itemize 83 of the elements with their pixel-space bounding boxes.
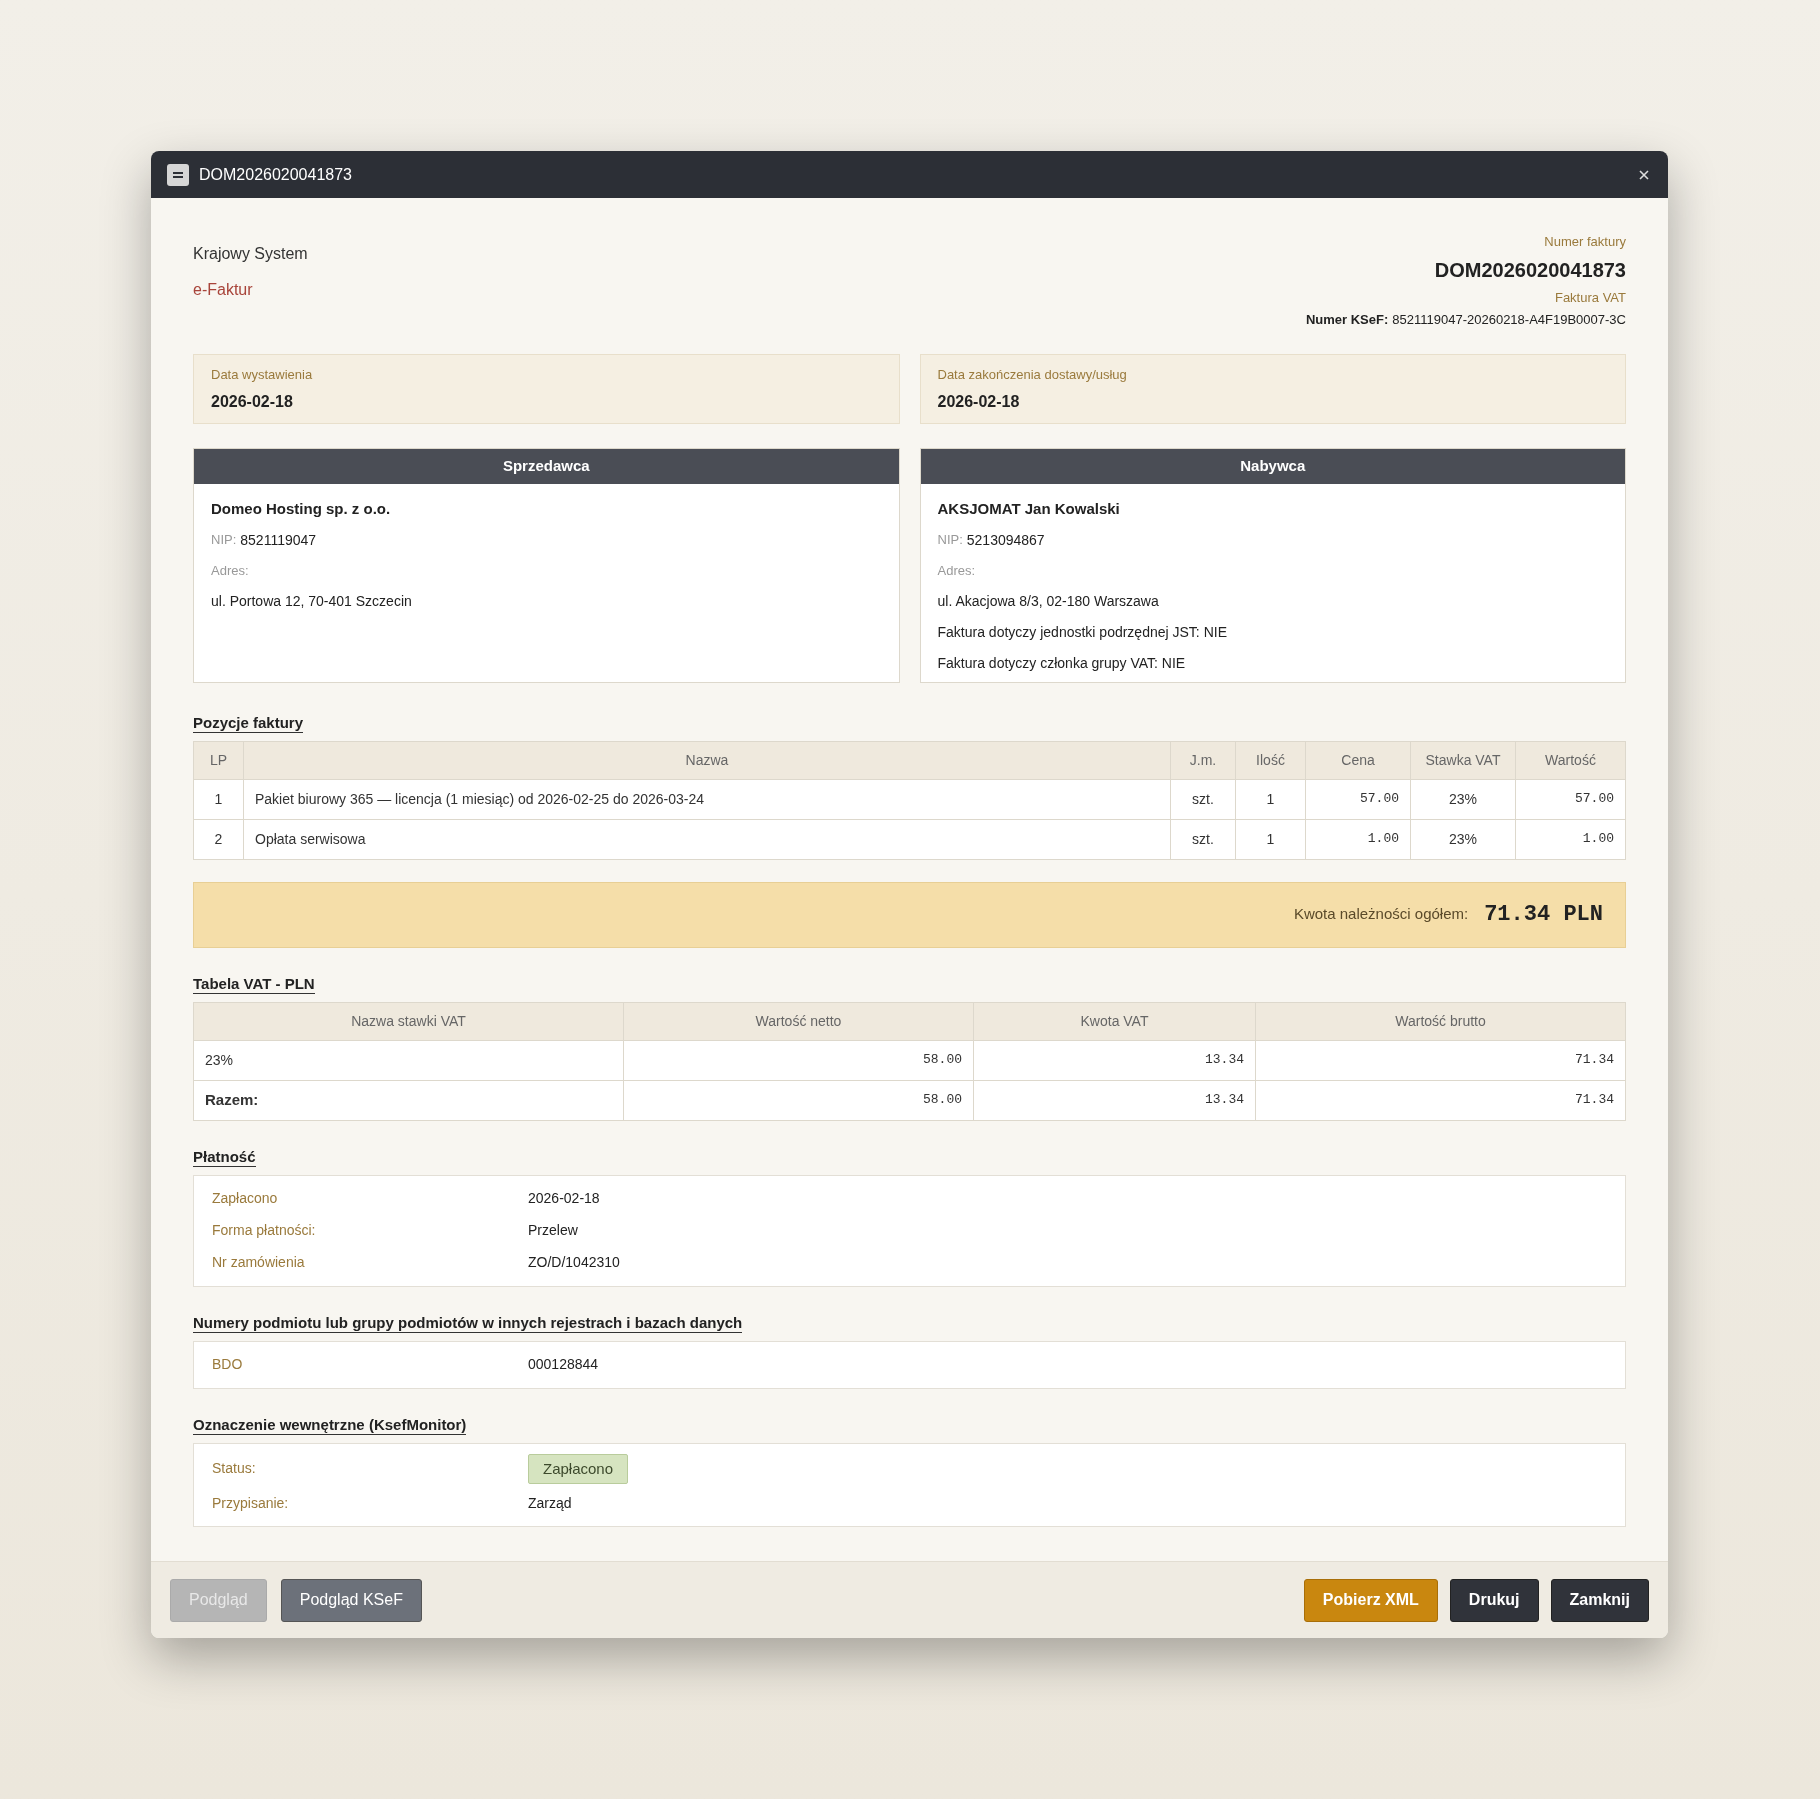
window-title: DOM2026020041873: [199, 164, 352, 185]
nip-value: 5213094867: [966, 531, 1045, 550]
field-value: Zarząd: [528, 1493, 572, 1513]
date-value: 2026-02-18: [937, 392, 1021, 412]
field-label: Zapłacono: [212, 1189, 279, 1208]
table-cell: Razem:: [193, 1080, 624, 1120]
field-label: Status:: [212, 1459, 257, 1479]
table-cell: szt.: [1170, 779, 1236, 819]
table-cell: Pakiet biurowy 365 — licencja (1 miesiąc) od 2026-02-25 do 2026-03-24: [243, 779, 1171, 819]
footer-button[interactable]: Zamknij: [1550, 1578, 1649, 1622]
column-header: Stawka VAT: [1410, 741, 1516, 779]
section-title: Pozycje faktury: [193, 713, 304, 733]
invoice-number: DOM2026020041873: [1434, 257, 1626, 283]
invoice-type: Faktura VAT: [1554, 288, 1626, 307]
footer-button[interactable]: Pobierz XML: [1303, 1578, 1438, 1622]
field-label: Data zakończenia dostawy/usług: [937, 365, 1128, 384]
ksef-number: 8521119047-20260218-A4F19B0007-3C: [1392, 311, 1626, 329]
table-cell: 23%: [1410, 819, 1516, 859]
field-label: Numer KSeF:: [1305, 311, 1389, 329]
table-cell: Opłata serwisowa: [243, 819, 1171, 859]
section-title: Płatność: [193, 1147, 256, 1167]
field-label: Nr zamówienia: [212, 1253, 306, 1272]
party-detail: ul. Akacjowa 8/3, 02-180 Warszawa: [937, 591, 1160, 611]
table-cell: 71.34: [1255, 1040, 1626, 1080]
section-title: Numery podmiotu lub grupy podmiotów w innych rejestrach i bazach danych: [193, 1313, 743, 1333]
table-cell: 23%: [1410, 779, 1516, 819]
field-label: Adres:: [937, 562, 977, 580]
field-label: Forma płatności:: [212, 1221, 317, 1240]
table-cell: 71.34: [1255, 1080, 1626, 1120]
table-cell: 57.00: [1305, 779, 1411, 819]
column-header: Nazwa: [243, 741, 1171, 779]
system-subtitle: e-Faktur: [193, 280, 254, 300]
field-value: ZO/D/1042310: [528, 1253, 620, 1272]
table-cell: 1: [1235, 779, 1306, 819]
party-detail: Faktura dotyczy jednostki podrzędnej JST: NIE: [937, 622, 1228, 642]
section-title: Oznaczenie wewnętrzne (KsefMonitor): [193, 1415, 467, 1435]
column-header: Kwota VAT: [973, 1002, 1256, 1040]
column-header: LP: [193, 741, 244, 779]
system-name: Krajowy System: [193, 244, 308, 264]
section-title: Tabela VAT - PLN: [193, 974, 315, 994]
party-detail: ul. Portowa 12, 70-401 Szczecin: [211, 591, 413, 611]
document-icon: [167, 163, 189, 186]
column-header: Wartość netto: [623, 1002, 974, 1040]
table-cell: 23%: [193, 1040, 624, 1080]
table-cell: 2: [193, 819, 244, 859]
field-label: NIP:: [211, 531, 237, 549]
total-amount: 71.34 PLN: [1484, 901, 1603, 929]
party-detail: Faktura dotyczy członka grupy VAT: NIE: [937, 653, 1187, 673]
table-cell: 13.34: [973, 1080, 1256, 1120]
date-value: 2026-02-18: [211, 392, 294, 412]
total-label: Kwota należności ogółem:: [1293, 904, 1469, 925]
field-label: Przypisanie:: [212, 1493, 290, 1513]
field-value: Przelew: [528, 1221, 578, 1240]
field-label: Adres:: [211, 562, 250, 580]
field-label: BDO: [212, 1355, 244, 1374]
table-cell: 57.00: [1515, 779, 1626, 819]
column-header: Cena: [1305, 741, 1411, 779]
table-cell: 1: [193, 779, 244, 819]
column-header: Ilość: [1235, 741, 1306, 779]
field-label: Data wystawienia: [211, 365, 314, 384]
field-value: 000128844: [528, 1355, 599, 1374]
column-header: Wartość: [1515, 741, 1626, 779]
table-cell: 13.34: [973, 1040, 1256, 1080]
table-cell: szt.: [1170, 819, 1236, 859]
nip-value: 8521119047: [240, 531, 317, 550]
column-header: Nazwa stawki VAT: [193, 1002, 624, 1040]
party-header: Sprzedawca: [194, 448, 899, 484]
party-name: AKSJOMAT Jan Kowalski: [937, 498, 1121, 519]
party-name: Domeo Hosting sp. z o.o.: [211, 498, 392, 519]
party-header: Nabywca: [920, 448, 1625, 484]
table-cell: 1: [1235, 819, 1306, 859]
footer-button[interactable]: Drukuj: [1449, 1578, 1539, 1622]
footer-button[interactable]: Podgląd KSeF: [280, 1578, 422, 1622]
field-value: 2026-02-18: [528, 1189, 600, 1208]
table-cell: 1.00: [1515, 819, 1626, 859]
status-badge: Zapłacono: [528, 1453, 629, 1484]
field-label: NIP:: [937, 531, 963, 549]
field-label: Numer faktury: [1544, 233, 1626, 251]
column-header: J.m.: [1170, 741, 1236, 779]
table-cell: 1.00: [1305, 819, 1411, 859]
column-header: Wartość brutto: [1255, 1002, 1626, 1040]
table-cell: 58.00: [623, 1080, 974, 1120]
table-cell: 58.00: [623, 1040, 974, 1080]
